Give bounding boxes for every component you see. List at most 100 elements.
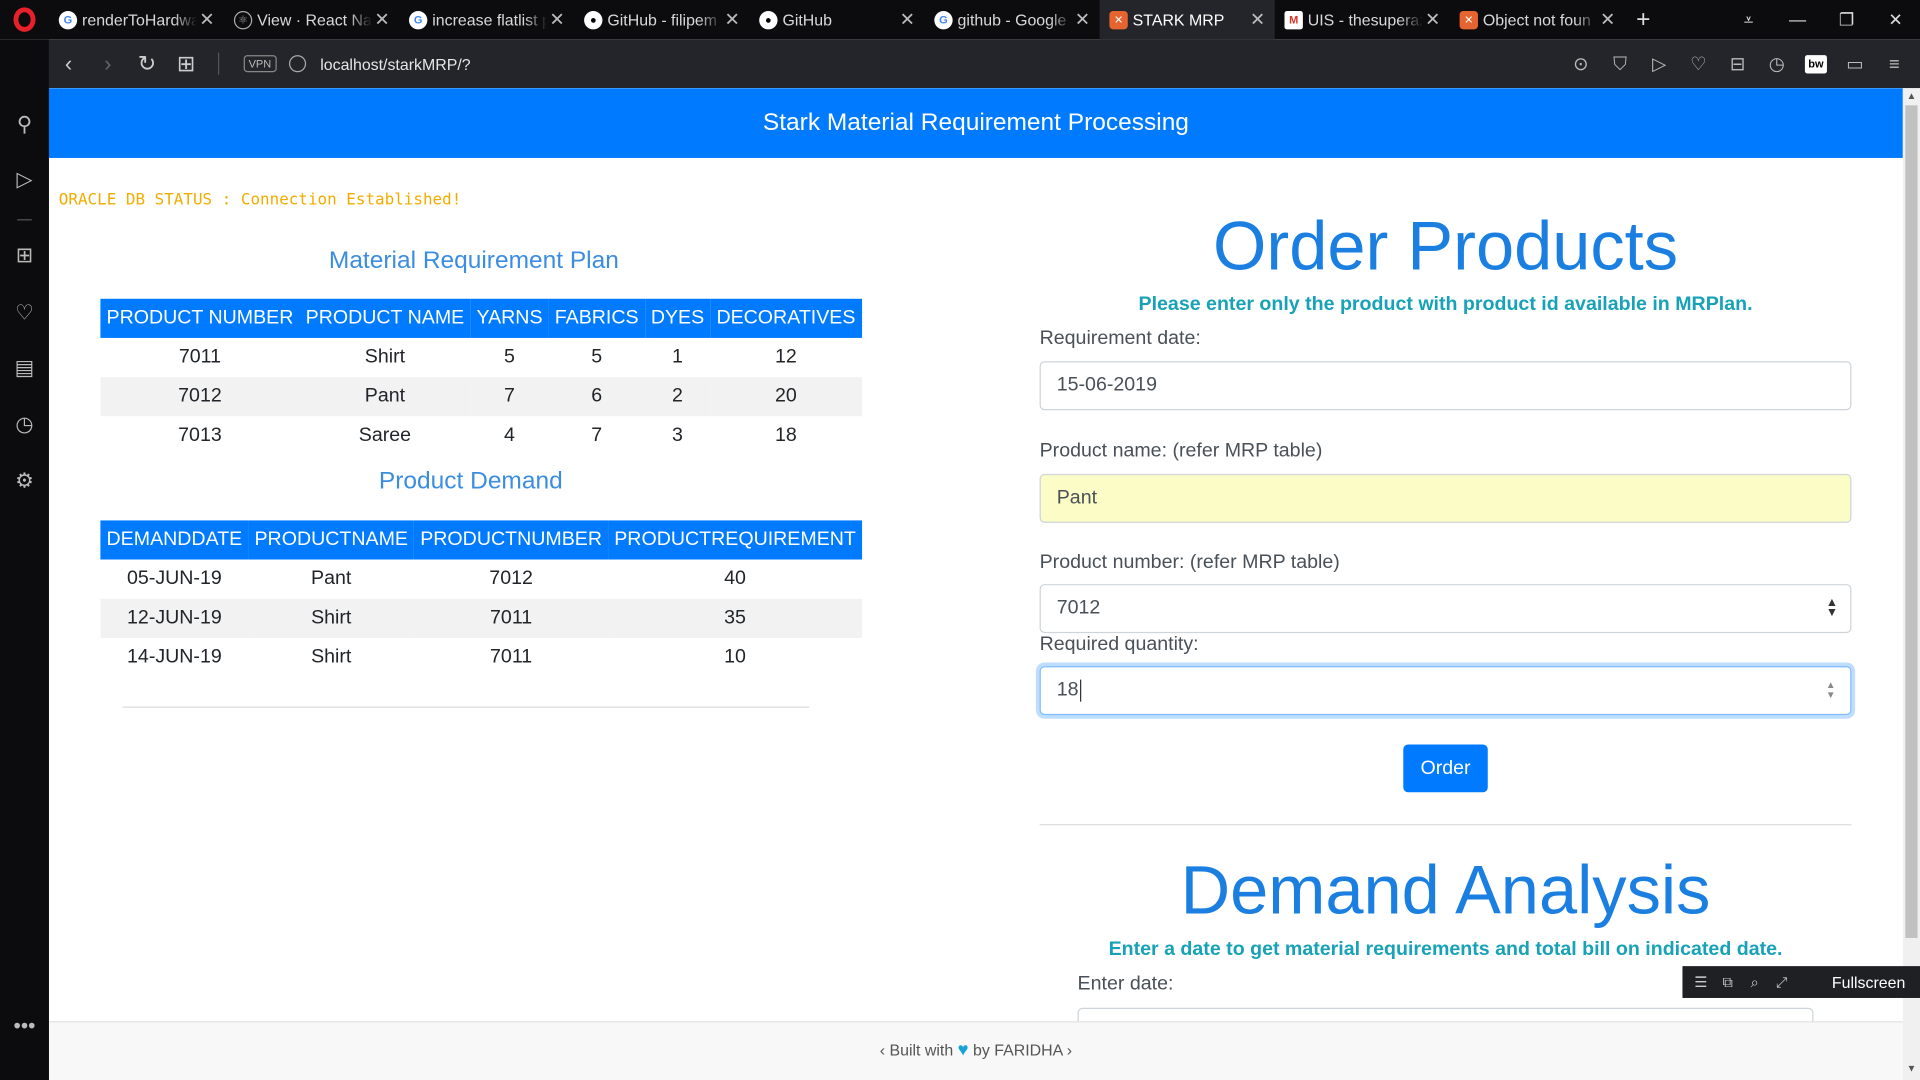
close-tab-icon[interactable]: ✕ [197, 9, 217, 31]
divider [122, 706, 810, 708]
browser-tab-bar: GrenderToHardwa ✕ ⚛ View · React Nat ✕ Ginc… [0, 0, 1920, 40]
close-window-icon[interactable]: ✕ [1871, 0, 1920, 39]
history-icon[interactable]: ◷ [1766, 53, 1788, 75]
forward-icon[interactable]: › [88, 51, 127, 77]
url-field[interactable]: localhost/starkMRP/? [320, 54, 470, 72]
table-cell: Shirt [248, 637, 415, 678]
quantity-input[interactable]: 18 ▲ ▼ [1039, 666, 1852, 716]
demand-table: DEMANDDATE PRODUCTNAME PRODUCTNUMBER PRO… [100, 520, 863, 678]
close-tab-icon[interactable]: ✕ [1598, 9, 1618, 31]
product-name-input[interactable]: Pant [1039, 473, 1852, 523]
product-number-select[interactable]: 7012 ▲ ▼ [1039, 584, 1852, 634]
opera-menu-button[interactable] [0, 0, 49, 39]
react-icon: ⚛ [233, 10, 253, 29]
google-icon: G [934, 10, 953, 29]
popout-icon[interactable]: ⧉ [1719, 973, 1736, 991]
restore-icon[interactable]: ❐ [1822, 0, 1871, 39]
close-tab-icon[interactable]: ✕ [1423, 9, 1443, 31]
camera-icon[interactable]: ⊙ [1570, 53, 1592, 75]
column-header: YARNS [470, 298, 549, 338]
window-controls: ⩡ — ❐ ✕ [1724, 0, 1920, 39]
product-name-value: Pant [1056, 487, 1098, 509]
table-cell: 20 [710, 377, 862, 417]
browser-tab[interactable]: ⚛ View · React Nat ✕ [224, 0, 399, 39]
product-number-value: 7012 [1056, 597, 1101, 619]
browser-tab[interactable]: Ggithub - Google ✕ [924, 0, 1099, 39]
browser-tab[interactable]: M UIS - thesuperaz ✕ [1275, 0, 1450, 39]
list-icon[interactable]: ☰ [1692, 973, 1709, 990]
resize-icon[interactable]: ⤢ [1773, 973, 1790, 991]
heart-icon[interactable]: ♡ [0, 301, 49, 325]
browser-tab-active[interactable]: ✕ STARK MRP ✕ [1099, 0, 1275, 40]
search-icon[interactable]: ⚲ [0, 113, 49, 137]
table-cell: Pant [299, 377, 471, 417]
new-tab-button[interactable]: + [1625, 0, 1662, 39]
scroll-down-icon[interactable]: ▼ [1903, 1063, 1920, 1074]
extension-icon[interactable]: ⊟ [1727, 53, 1749, 75]
vpn-badge[interactable]: VPN [243, 55, 277, 73]
bw-extension-icon[interactable]: bw [1804, 54, 1827, 73]
video-popout-toolbar: ☰ ⧉ ⌕ ⤢ Fullscreen [1682, 966, 1920, 998]
battery-icon[interactable]: ▭ [1844, 53, 1866, 75]
close-tab-icon[interactable]: ✕ [1248, 9, 1268, 31]
github-icon: ● [584, 10, 603, 29]
fullscreen-button[interactable]: Fullscreen [1832, 973, 1905, 991]
requirement-date-input[interactable]: 15-06-2019 [1039, 361, 1852, 411]
close-tab-icon[interactable]: ✕ [547, 9, 567, 31]
table-row: 7011 Shirt 5 5 1 12 [100, 337, 862, 378]
tab-menu-icon[interactable]: ⩡ [1724, 0, 1773, 39]
send-icon[interactable]: ▷ [0, 168, 49, 192]
gear-icon[interactable]: ⚙ [0, 469, 49, 493]
order-button[interactable]: Order [1403, 744, 1488, 793]
table-cell: Saree [299, 416, 471, 456]
db-status: ORACLE DB STATUS : Connection Establishe… [58, 191, 462, 210]
table-row: 05-JUN-19 Pant 7012 40 [100, 559, 863, 599]
product-name-label: Product name: (refer MRP table) [1039, 440, 1323, 462]
table-row: 14-JUN-19 Shirt 7011 10 [100, 637, 863, 678]
send-icon[interactable]: ▷ [1648, 53, 1670, 75]
table-cell: 7 [470, 377, 549, 417]
address-bar: ‹ › ↻ ⊞ VPN localhost/starkMRP/? ⊙ ⛉ ▷ ♡… [48, 39, 1920, 89]
page-scrollbar[interactable]: ▲ ▼ [1902, 88, 1920, 1080]
browser-tab[interactable]: ● GitHub ✕ [749, 0, 924, 39]
more-icon[interactable]: ••• [0, 1014, 49, 1038]
heart-icon[interactable]: ♡ [1687, 53, 1709, 75]
table-cell: 3 [644, 416, 711, 456]
column-header: PRODUCT NAME [299, 298, 471, 338]
column-header: PRODUCTNAME [248, 520, 415, 560]
mrp-table: PRODUCT NUMBER PRODUCT NAME YARNS FABRIC… [100, 298, 862, 456]
page-header: Stark Material Requirement Processing [48, 88, 1903, 158]
close-tab-icon[interactable]: ✕ [898, 9, 918, 31]
close-tab-icon[interactable]: ✕ [372, 9, 392, 31]
column-header: PRODUCT NUMBER [100, 298, 300, 338]
browser-tab[interactable]: GrenderToHardwa ✕ [49, 0, 224, 39]
table-cell: 7011 [100, 337, 300, 378]
column-header: DEMANDDATE [100, 520, 249, 560]
reload-icon[interactable]: ↻ [127, 51, 166, 77]
scroll-thumb[interactable] [1905, 105, 1918, 938]
browser-tab[interactable]: ● GitHub - filipem ✕ [574, 0, 749, 39]
table-cell: 40 [608, 559, 863, 599]
close-tab-icon[interactable]: ✕ [722, 9, 742, 31]
back-icon[interactable]: ‹ [49, 51, 88, 77]
minimize-icon[interactable]: — [1773, 0, 1822, 39]
site-info-icon[interactable] [288, 55, 306, 73]
speed-dial-icon[interactable]: ⊞ [167, 51, 206, 77]
close-tab-icon[interactable]: ✕ [1073, 9, 1093, 31]
chevron-left-icon: ‹ [879, 1040, 886, 1060]
browser-tab[interactable]: ✕ Object not foun ✕ [1450, 0, 1625, 39]
zoom-icon[interactable]: ⌕ [1746, 973, 1763, 991]
column-header: FABRICS [548, 298, 645, 338]
speed-dial-icon[interactable]: ⊞ [0, 244, 49, 268]
easy-setup-icon[interactable]: ≡ [1883, 53, 1905, 74]
scroll-up-icon[interactable]: ▲ [1903, 91, 1920, 102]
quantity-stepper[interactable]: ▲ ▼ [1826, 680, 1836, 701]
news-icon[interactable]: ▤ [0, 356, 49, 380]
shield-icon[interactable]: ⛉ [1609, 53, 1631, 74]
table-header-row: DEMANDDATE PRODUCTNAME PRODUCTNUMBER PRO… [100, 520, 863, 560]
history-icon[interactable]: ◷ [0, 413, 49, 437]
table-cell: 12-JUN-19 [100, 598, 249, 638]
mrp-title: Material Requirement Plan [328, 247, 619, 275]
product-number-label: Product number: (refer MRP table) [1039, 552, 1340, 574]
browser-tab[interactable]: Gincrease flatlist p ✕ [399, 0, 574, 39]
